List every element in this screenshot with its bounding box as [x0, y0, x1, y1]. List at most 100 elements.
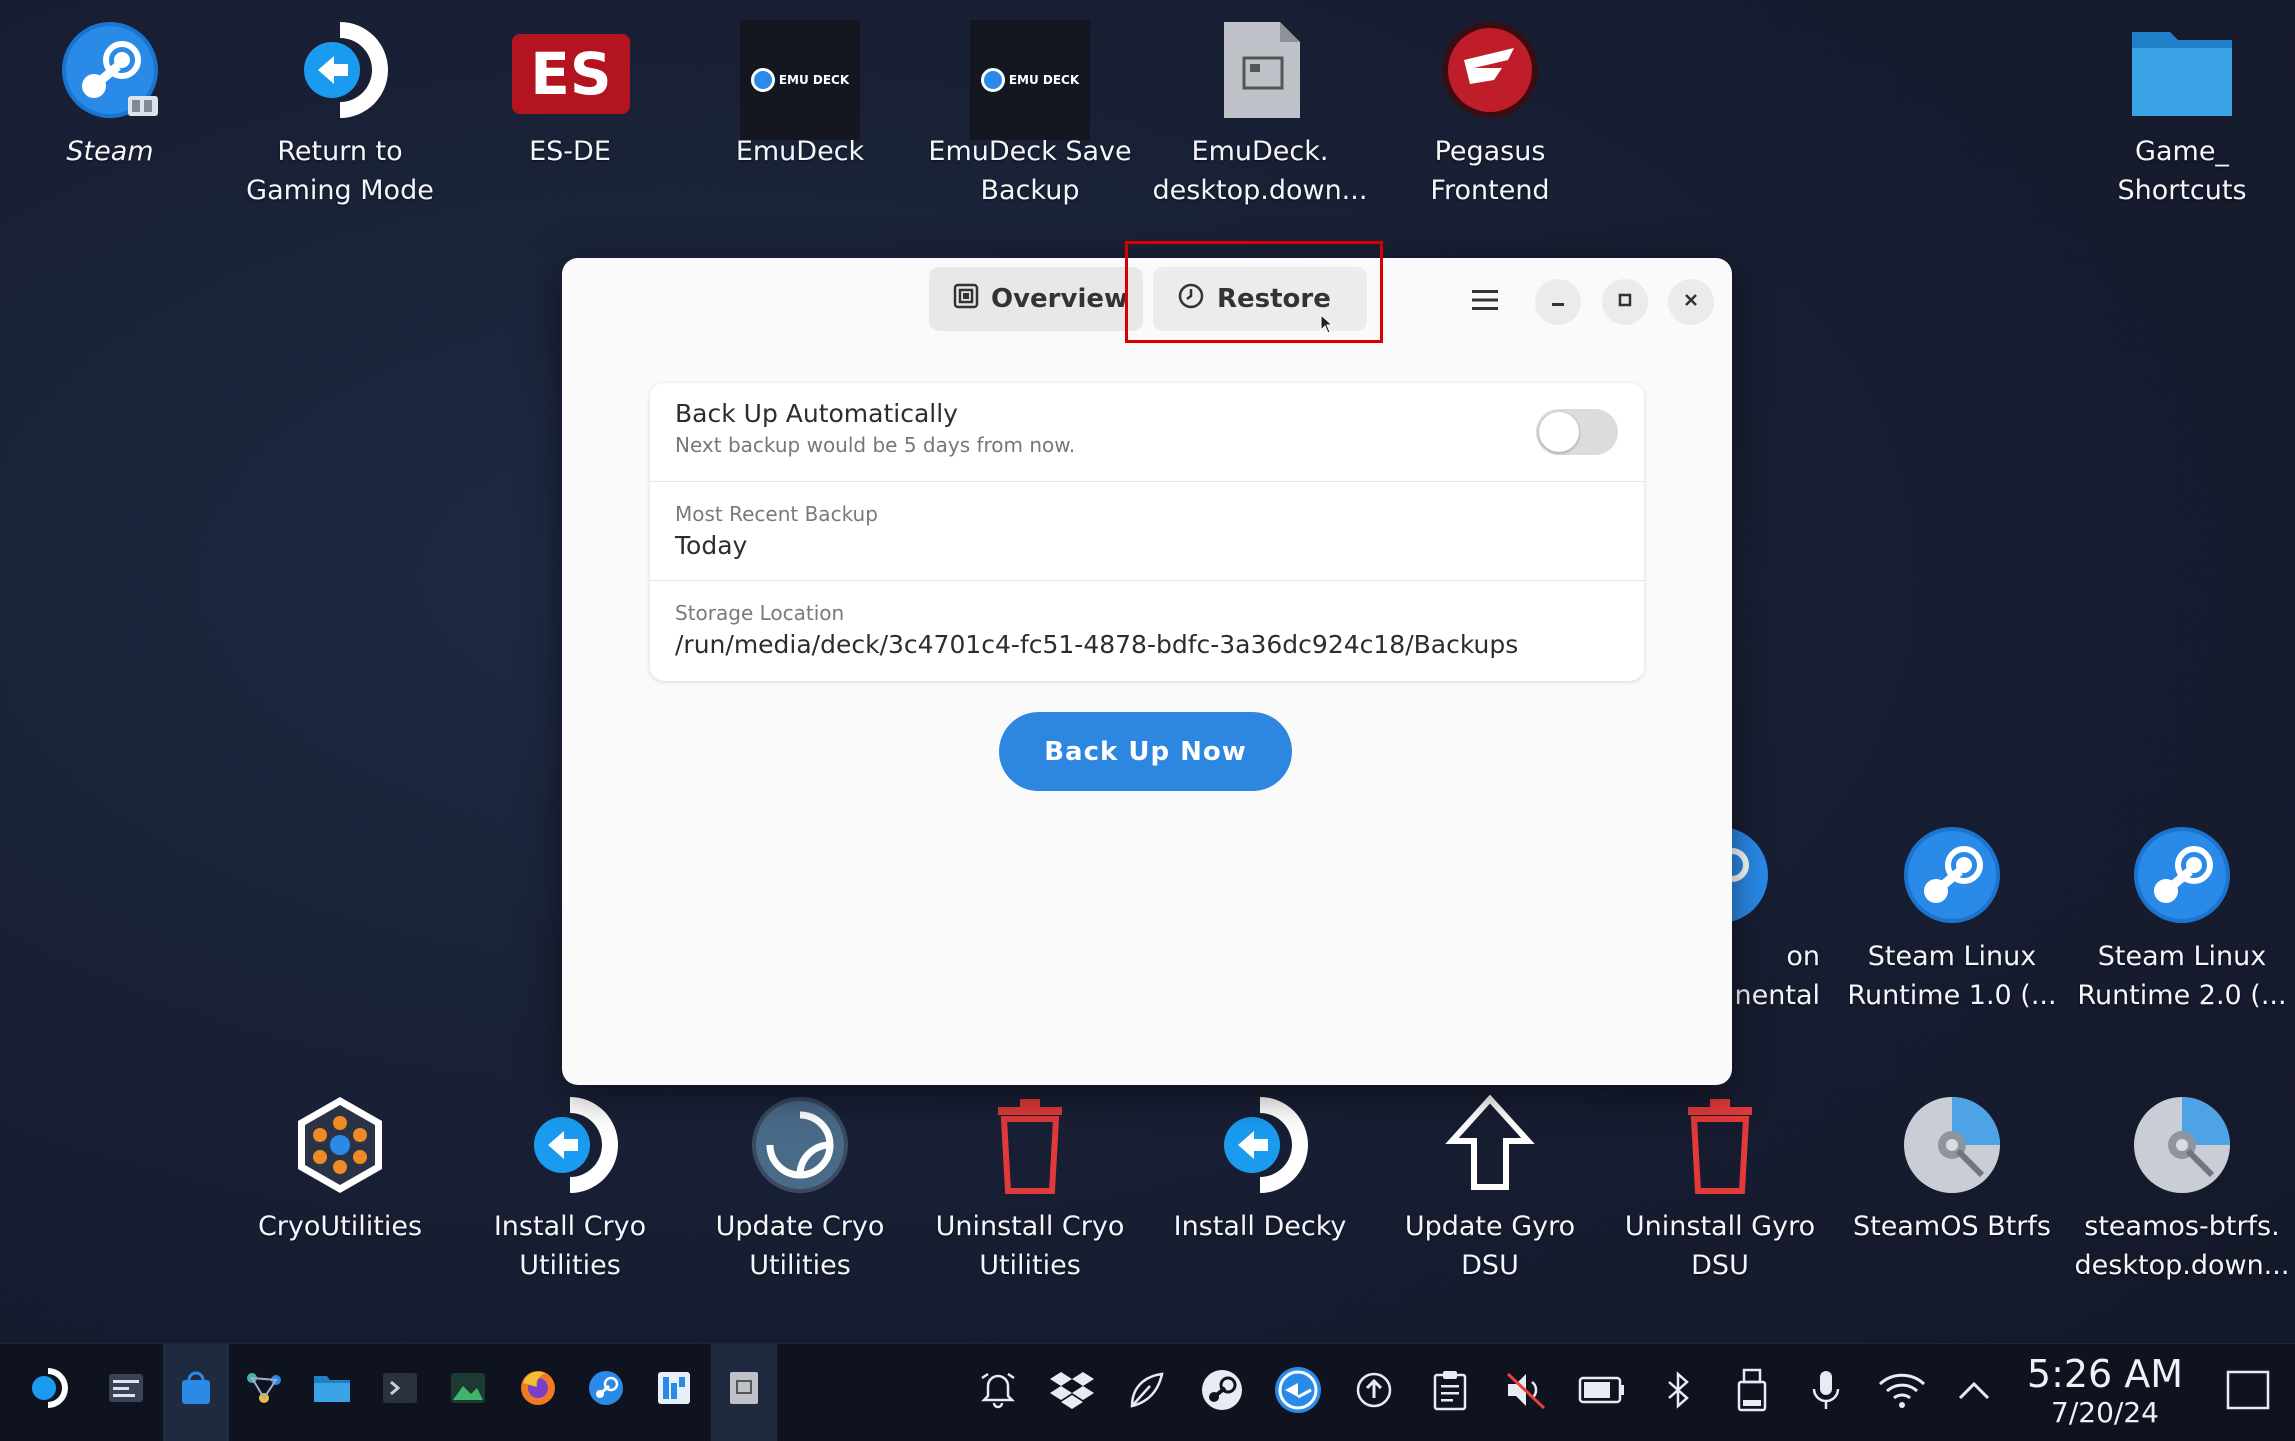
- tray-expand[interactable]: [1948, 1366, 2000, 1418]
- return-arrow-icon: [290, 20, 390, 120]
- taskbar-file-manager[interactable]: [306, 1364, 358, 1416]
- desktop-icon-label: Pegasus Frontend: [1430, 136, 1550, 206]
- bluetooth-icon: [1663, 1370, 1693, 1414]
- tray-clipboard[interactable]: [1424, 1366, 1476, 1418]
- dropbox-icon: [1050, 1370, 1094, 1414]
- desktop-icon-label: ES-DE: [529, 136, 611, 167]
- desktop-icon-steam-linux-runtime-2[interactable]: Steam Linux Runtime 2.0 (...: [2072, 825, 2292, 1015]
- emudeck-logo-text: EMU DECK: [778, 73, 850, 87]
- cryoutilities-icon: [290, 1095, 390, 1195]
- desktop-icon-update-gyro-dsu[interactable]: Update Gyro DSU: [1380, 1094, 1600, 1285]
- desktop-icon-label: Uninstall Cryo Utilities: [935, 1211, 1125, 1281]
- back-up-now-button[interactable]: Back Up Now: [999, 712, 1292, 791]
- steam-icon: [1902, 825, 2002, 925]
- taskbar-system-settings[interactable]: [100, 1364, 152, 1416]
- show-desktop-button[interactable]: [2222, 1366, 2274, 1418]
- tray-notifications[interactable]: [972, 1366, 1024, 1418]
- desktop-icon-uninstall-cryo-utilities[interactable]: Uninstall Cryo Utilities: [920, 1095, 1140, 1285]
- desktop-icon-install-decky[interactable]: Install Decky: [1150, 1095, 1370, 1246]
- desktop-icon-label: Steam: [66, 136, 154, 167]
- tray-battery[interactable]: [1576, 1366, 1628, 1418]
- tray-updates[interactable]: [1348, 1366, 1400, 1418]
- tab-overview[interactable]: Overview: [929, 267, 1143, 331]
- desktop-icon-emudeck-save-backup[interactable]: EMU DECK EmuDeck Save Backup: [920, 20, 1140, 210]
- steamdeck-logo-icon: [26, 1366, 70, 1414]
- desktop-icon-label: Update Cryo Utilities: [715, 1211, 885, 1281]
- desktop-icon-label: Return to Gaming Mode: [246, 136, 434, 206]
- desktop-icon-return-to-gaming-mode[interactable]: Return to Gaming Mode: [230, 20, 450, 210]
- desktop-icon-steam-linux-runtime-1[interactable]: Steam Linux Runtime 1.0 (...: [1842, 825, 2062, 1015]
- desktop-icon-label: Steam Linux Runtime 1.0 (...: [1847, 941, 2057, 1011]
- tray-removable-storage[interactable]: [1726, 1366, 1778, 1418]
- grid-app-icon: [657, 1371, 691, 1409]
- desktop-icon-label: Game_ Shortcuts: [2117, 136, 2247, 206]
- firefox-icon: [519, 1369, 557, 1411]
- desktop-icon-emudeck[interactable]: EMU DECK EmuDeck: [690, 20, 910, 171]
- main-menu-button[interactable]: [1462, 279, 1508, 325]
- taskbar-clock[interactable]: 5:26 AM 7/20/24: [2020, 1352, 2190, 1430]
- desktop-icon-es-de[interactable]: ES ES-DE: [460, 20, 680, 171]
- chevron-up-icon: [1956, 1378, 1992, 1406]
- desktop-icon-uninstall-gyro-dsu[interactable]: Uninstall Gyro DSU: [1610, 1095, 1830, 1285]
- return-arrow-icon: [1210, 1095, 1310, 1195]
- show-desktop-icon: [2226, 1370, 2270, 1414]
- disk-icon: [2132, 1095, 2232, 1195]
- image-icon: [450, 1372, 486, 1408]
- taskbar-emudeck-save-backup[interactable]: [718, 1364, 770, 1416]
- document-icon: [1210, 20, 1310, 120]
- tray-steam[interactable]: [1196, 1366, 1248, 1418]
- clock-time: 5:26 AM: [2026, 1352, 2184, 1396]
- bell-icon: [978, 1370, 1018, 1414]
- desktop-icon-game-shortcuts[interactable]: Game_ Shortcuts: [2072, 20, 2292, 210]
- taskbar-app-grid[interactable]: [648, 1364, 700, 1416]
- folder-icon: [2132, 20, 2232, 120]
- desktop-icon-label: CryoUtilities: [257, 1211, 423, 1242]
- close-button[interactable]: [1668, 279, 1714, 325]
- mouse-cursor-icon: [1320, 313, 1334, 338]
- desktop-icon-install-cryo-utilities[interactable]: Install Cryo Utilities: [460, 1095, 680, 1285]
- desktop-icon-steamos-btrfs-desktop-download[interactable]: steamos-btrfs. desktop.down...: [2072, 1095, 2292, 1285]
- desktop-icon-cryoutilities[interactable]: CryoUtilities: [230, 1095, 450, 1246]
- maximize-icon: [1617, 292, 1633, 312]
- taskbar-firefox[interactable]: [512, 1364, 564, 1416]
- auto-backup-toggle[interactable]: [1536, 409, 1618, 455]
- es-de-icon: ES: [512, 20, 630, 120]
- auto-backup-row: Back Up Automatically Next backup would …: [650, 383, 1644, 482]
- maximize-button[interactable]: [1602, 279, 1648, 325]
- steam-icon: [60, 20, 160, 120]
- overview-icon: [953, 283, 979, 316]
- clipboard-icon: [1432, 1369, 1468, 1415]
- update-icon: [1354, 1370, 1394, 1414]
- app-launcher-button[interactable]: [22, 1364, 74, 1416]
- hamburger-menu-icon: [1471, 288, 1499, 316]
- close-icon: [1683, 292, 1699, 312]
- desktop-icon-label: EmuDeck. desktop.down...: [1152, 136, 1368, 206]
- desktop-icon-label: Uninstall Gyro DSU: [1624, 1211, 1816, 1281]
- tray-wifi[interactable]: [1876, 1366, 1928, 1418]
- tray-microphone[interactable]: [1800, 1366, 1852, 1418]
- clock-date: 7/20/24: [2051, 1396, 2159, 1429]
- desktop-icon-pegasus-frontend[interactable]: Pegasus Frontend: [1380, 20, 1600, 210]
- taskbar-steam[interactable]: [580, 1364, 632, 1416]
- emudeck-logo-text: EMU DECK: [1008, 73, 1080, 87]
- backup-settings-card: Back Up Automatically Next backup would …: [650, 383, 1644, 681]
- pegasus-icon: [1440, 20, 1540, 120]
- taskbar-terminal[interactable]: [374, 1364, 426, 1416]
- tray-leaf-app[interactable]: [1120, 1366, 1172, 1418]
- storage-location-row: Storage Location /run/media/deck/3c4701c…: [650, 581, 1644, 680]
- minimize-button[interactable]: [1535, 279, 1581, 325]
- tray-sync-app[interactable]: [1272, 1366, 1324, 1418]
- desktop-icon-emudeck-desktop-download[interactable]: EmuDeck. desktop.down...: [1150, 20, 1370, 210]
- tray-bluetooth[interactable]: [1652, 1366, 1704, 1418]
- desktop-icon-update-cryo-utilities[interactable]: Update Cryo Utilities: [690, 1095, 910, 1285]
- tray-dropbox[interactable]: [1046, 1366, 1098, 1418]
- desktop-icon-steam[interactable]: Steam: [0, 20, 220, 171]
- tray-volume[interactable]: [1500, 1366, 1552, 1418]
- taskbar-image-viewer[interactable]: [442, 1364, 494, 1416]
- taskbar-network-app[interactable]: [238, 1364, 290, 1416]
- refresh-icon: [750, 1095, 850, 1195]
- steam-icon: [587, 1369, 625, 1411]
- desktop-icon-steamos-btrfs[interactable]: SteamOS Btrfs: [1842, 1095, 2062, 1246]
- taskbar-discover[interactable]: [170, 1364, 222, 1416]
- trash-icon: [980, 1095, 1080, 1195]
